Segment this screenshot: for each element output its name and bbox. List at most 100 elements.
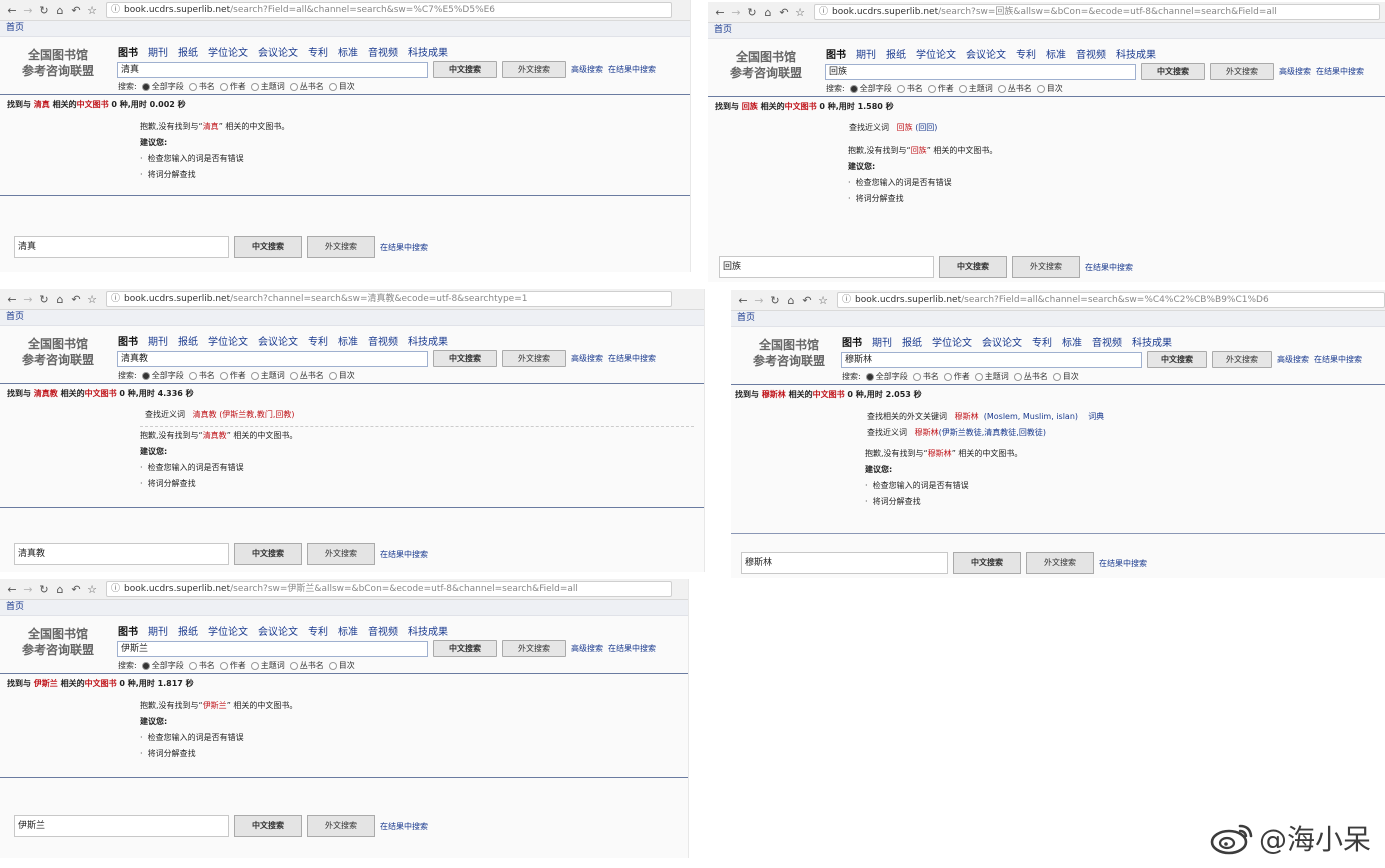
foreign-search-button[interactable]: 外文搜索 [1212,351,1272,368]
tab-conference[interactable]: 会议论文 [258,333,298,348]
tab-newspapers[interactable]: 报纸 [178,333,198,348]
tab-conference[interactable]: 会议论文 [982,334,1022,349]
tab-journals[interactable]: 期刊 [148,44,168,59]
radio-author[interactable]: 作者 [943,371,970,382]
bottom-foreign-search-button[interactable]: 外文搜索 [1026,552,1094,574]
radio-toc[interactable]: 目次 [328,660,355,671]
bottom-search-in-results-link[interactable]: 在结果中搜索 [380,821,428,832]
radio-all-fields[interactable]: 全部字段 [141,81,184,92]
synonym-keyword[interactable]: 穆斯林 [915,428,939,437]
chinese-search-button[interactable]: 中文搜索 [433,640,497,657]
radio-author[interactable]: 作者 [927,83,954,94]
search-in-results-link[interactable]: 在结果中搜索 [1316,66,1364,77]
address-bar[interactable]: ⓘ book.ucdrs.superlib.net/search?sw=伊斯兰&… [106,581,672,597]
tab-conference[interactable]: 会议论文 [966,46,1006,61]
radio-author[interactable]: 作者 [219,370,246,381]
tab-journals[interactable]: 期刊 [148,623,168,638]
tab-media[interactable]: 音视频 [368,623,398,638]
radio-subject[interactable]: 主题词 [974,371,1009,382]
bottom-chinese-search-button[interactable]: 中文搜索 [234,815,302,837]
foreign-search-button[interactable]: 外文搜索 [502,61,566,78]
radio-title[interactable]: 书名 [896,83,923,94]
reload-icon[interactable]: ↻ [36,583,52,596]
home-icon[interactable]: ⌂ [760,6,776,19]
bottom-search-in-results-link[interactable]: 在结果中搜索 [1099,558,1147,569]
bottom-chinese-search-button[interactable]: 中文搜索 [234,236,302,258]
star-icon[interactable]: ☆ [815,294,831,307]
search-in-results-link[interactable]: 在结果中搜索 [608,64,656,75]
home-link[interactable]: 首页 [731,311,1385,327]
undo-icon[interactable]: ↶ [776,6,792,19]
tab-patents[interactable]: 专利 [1032,334,1052,349]
tab-tech[interactable]: 科技成果 [408,333,448,348]
undo-icon[interactable]: ↶ [68,293,84,306]
foreign-search-button[interactable]: 外文搜索 [502,640,566,657]
address-bar[interactable]: ⓘ book.ucdrs.superlib.net/search?channel… [106,291,672,307]
radio-series[interactable]: 丛书名 [289,370,324,381]
advanced-search-link[interactable]: 高级搜索 [1279,66,1311,77]
search-input[interactable]: 回族 [825,63,1136,80]
search-input[interactable]: 清真教 [117,350,428,367]
tab-tech[interactable]: 科技成果 [1132,334,1172,349]
bottom-search-in-results-link[interactable]: 在结果中搜索 [380,549,428,560]
bottom-search-input[interactable]: 清真教 [14,543,229,565]
undo-icon[interactable]: ↶ [68,583,84,596]
star-icon[interactable]: ☆ [84,293,100,306]
star-icon[interactable]: ☆ [84,583,100,596]
site-logo[interactable]: 全国图书馆 参考咨询联盟 [743,337,835,369]
radio-all-fields[interactable]: 全部字段 [141,660,184,671]
tab-standards[interactable]: 标准 [338,44,358,59]
address-bar[interactable]: ⓘ book.ucdrs.superlib.net/search?Field=a… [106,2,672,18]
tab-books[interactable]: 图书 [118,333,138,348]
home-icon[interactable]: ⌂ [52,293,68,306]
tab-standards[interactable]: 标准 [1046,46,1066,61]
radio-subject[interactable]: 主题词 [250,370,285,381]
radio-toc[interactable]: 目次 [1036,83,1063,94]
radio-title[interactable]: 书名 [912,371,939,382]
radio-author[interactable]: 作者 [219,660,246,671]
undo-icon[interactable]: ↶ [68,4,84,17]
back-icon[interactable]: ← [712,6,728,19]
home-icon[interactable]: ⌂ [52,4,68,17]
bottom-foreign-search-button[interactable]: 外文搜索 [307,236,375,258]
radio-subject[interactable]: 主题词 [250,81,285,92]
chinese-search-button[interactable]: 中文搜索 [433,61,497,78]
tab-books[interactable]: 图书 [118,44,138,59]
radio-all-fields[interactable]: 全部字段 [141,370,184,381]
bottom-search-input[interactable]: 清真 [14,236,229,258]
chinese-search-button[interactable]: 中文搜索 [1141,63,1205,80]
bottom-search-input[interactable]: 穆斯林 [741,552,948,574]
home-icon[interactable]: ⌂ [52,583,68,596]
tab-media[interactable]: 音视频 [1076,46,1106,61]
reload-icon[interactable]: ↻ [767,294,783,307]
tab-conference[interactable]: 会议论文 [258,44,298,59]
tab-standards[interactable]: 标准 [338,623,358,638]
home-icon[interactable]: ⌂ [783,294,799,307]
bottom-search-input[interactable]: 伊斯兰 [14,815,229,837]
back-icon[interactable]: ← [735,294,751,307]
radio-subject[interactable]: 主题词 [958,83,993,94]
tab-journals[interactable]: 期刊 [872,334,892,349]
tab-patents[interactable]: 专利 [308,333,328,348]
tab-patents[interactable]: 专利 [1016,46,1036,61]
tab-newspapers[interactable]: 报纸 [178,44,198,59]
synonym-keyword[interactable]: 清真教 [193,410,217,419]
bottom-search-in-results-link[interactable]: 在结果中搜索 [380,242,428,253]
bottom-foreign-search-button[interactable]: 外文搜索 [307,543,375,565]
home-link[interactable]: 首页 [0,21,690,37]
tab-patents[interactable]: 专利 [308,623,328,638]
site-logo[interactable]: 全国图书馆 参考咨询联盟 [12,336,104,368]
tab-tech[interactable]: 科技成果 [408,44,448,59]
tab-theses[interactable]: 学位论文 [208,623,248,638]
search-in-results-link[interactable]: 在结果中搜索 [1314,354,1362,365]
radio-all-fields[interactable]: 全部字段 [849,83,892,94]
home-link[interactable]: 首页 [0,600,688,616]
forward-icon[interactable]: → [20,4,36,17]
synonym-keyword[interactable]: 回族 [897,123,913,132]
radio-series[interactable]: 丛书名 [289,660,324,671]
radio-author[interactable]: 作者 [219,81,246,92]
home-link[interactable]: 首页 [0,310,704,326]
radio-series[interactable]: 丛书名 [1013,371,1048,382]
radio-title[interactable]: 书名 [188,660,215,671]
tab-patents[interactable]: 专利 [308,44,328,59]
